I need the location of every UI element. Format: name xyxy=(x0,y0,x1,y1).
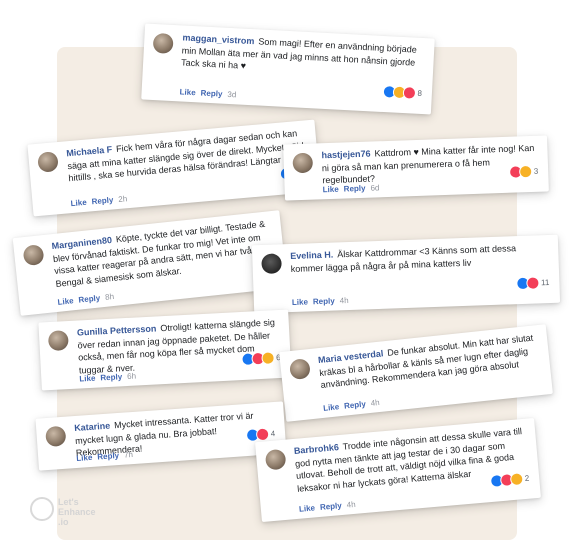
comment-body: Gunilla Pettersson Otroligt! katterna slä… xyxy=(77,316,283,377)
avatar xyxy=(22,244,45,267)
like-link[interactable]: Like xyxy=(79,374,95,384)
comment-text: Mycket intressanta. Katter tror vi är my… xyxy=(74,410,254,458)
comment-time: 2h xyxy=(117,194,128,204)
reply-link[interactable]: Reply xyxy=(91,195,113,206)
watermark-logo-icon xyxy=(30,497,54,521)
comment-author[interactable]: hastjejen76 xyxy=(321,149,370,161)
comment-time: 4h xyxy=(346,499,356,510)
avatar xyxy=(292,152,314,174)
avatar xyxy=(288,358,311,381)
haha-reaction-icon xyxy=(518,164,532,179)
reply-link[interactable]: Reply xyxy=(313,297,335,307)
reaction-count: 4 xyxy=(270,429,276,439)
reaction-count: 3 xyxy=(533,166,539,176)
comment-author[interactable]: Katarine xyxy=(74,421,111,433)
avatar xyxy=(264,448,287,471)
reply-link[interactable]: Reply xyxy=(100,372,122,382)
comment-actions: Like Reply 3d xyxy=(179,87,236,99)
reaction-summary[interactable]: 3 xyxy=(508,164,539,179)
comment-author[interactable]: Barbrohk6 xyxy=(294,442,340,456)
comment-time: 7h xyxy=(123,450,134,460)
love-reaction-icon xyxy=(255,427,270,442)
like-link[interactable]: Like xyxy=(179,87,195,97)
comment-actions: Like Reply 4h xyxy=(299,500,356,514)
reaction-summary[interactable]: 11 xyxy=(515,276,550,291)
like-link[interactable]: Like xyxy=(76,453,93,463)
comment-author[interactable]: Evelina H. xyxy=(290,250,333,261)
comment-time: 4h xyxy=(370,397,381,408)
like-link[interactable]: Like xyxy=(292,297,308,307)
reaction-summary[interactable]: 8 xyxy=(382,84,423,100)
comment-actions: Like Reply 2h xyxy=(70,194,127,208)
reply-link[interactable]: Reply xyxy=(344,184,366,194)
comment-body: hastjejen76 Kattdrom ♥ Mina katter får in… xyxy=(321,142,540,187)
reply-link[interactable]: Reply xyxy=(97,451,119,461)
comment-actions: Like Reply 4h xyxy=(323,398,380,413)
comment-card: hastjejen76 Kattdrom ♥ Mina katter får in… xyxy=(283,135,549,201)
comment-text: Trodde inte någonsin att dessa skulle va… xyxy=(294,426,523,494)
reaction-count: 2 xyxy=(524,473,530,483)
love-reaction-icon xyxy=(402,86,416,100)
reaction-count: 11 xyxy=(540,278,550,288)
avatar xyxy=(45,425,67,448)
comment-author[interactable]: maggan_vistrom xyxy=(182,32,254,46)
comment-time: 6d xyxy=(370,183,380,193)
reply-link[interactable]: Reply xyxy=(344,399,367,410)
comment-actions: Like Reply 6d xyxy=(323,183,380,194)
like-link[interactable]: Like xyxy=(57,296,74,307)
comment-author[interactable]: Gunilla Pettersson xyxy=(77,323,157,337)
comment-card: Gunilla Pettersson Otroligt! katterna slä… xyxy=(38,309,292,391)
like-link[interactable]: Like xyxy=(70,198,87,208)
like-link[interactable]: Like xyxy=(323,402,340,413)
reaction-count: 8 xyxy=(417,88,423,99)
reaction-summary[interactable]: 2 xyxy=(489,472,530,489)
comment-body: maggan_vistrom Som magi! Efter en användn… xyxy=(181,31,427,81)
comment-time: 8h xyxy=(104,291,115,302)
watermark-text: Let's Enhance .io xyxy=(58,497,96,527)
reaction-summary[interactable]: 4 xyxy=(245,427,276,443)
comment-actions: Like Reply 8h xyxy=(57,292,114,307)
avatar xyxy=(37,151,59,173)
comment-card: Evelina H. Älskar Kattdrommar <3 Känns so… xyxy=(251,234,561,314)
reply-link[interactable]: Reply xyxy=(200,88,222,98)
love-reaction-icon xyxy=(525,276,540,290)
comment-actions: Like Reply 6h xyxy=(79,372,136,384)
like-link[interactable]: Like xyxy=(299,503,316,513)
comment-time: 4h xyxy=(339,296,349,306)
comment-author[interactable]: Michaela F xyxy=(66,144,113,158)
avatar xyxy=(261,253,282,275)
avatar xyxy=(152,32,174,54)
like-link[interactable]: Like xyxy=(323,185,339,195)
reply-link[interactable]: Reply xyxy=(78,293,101,304)
comment-time: 3d xyxy=(227,89,237,100)
comment-card: maggan_vistrom Som magi! Efter en användn… xyxy=(141,23,435,115)
comment-actions: Like Reply 4h xyxy=(292,296,349,307)
reply-link[interactable]: Reply xyxy=(320,501,342,512)
comment-time: 6h xyxy=(126,371,137,382)
comment-body: Evelina H. Älskar Kattdrommar <3 Känns so… xyxy=(290,241,551,275)
reaction-summary[interactable]: 6 xyxy=(240,351,281,367)
wow-reaction-icon xyxy=(260,351,275,365)
avatar xyxy=(47,330,69,352)
